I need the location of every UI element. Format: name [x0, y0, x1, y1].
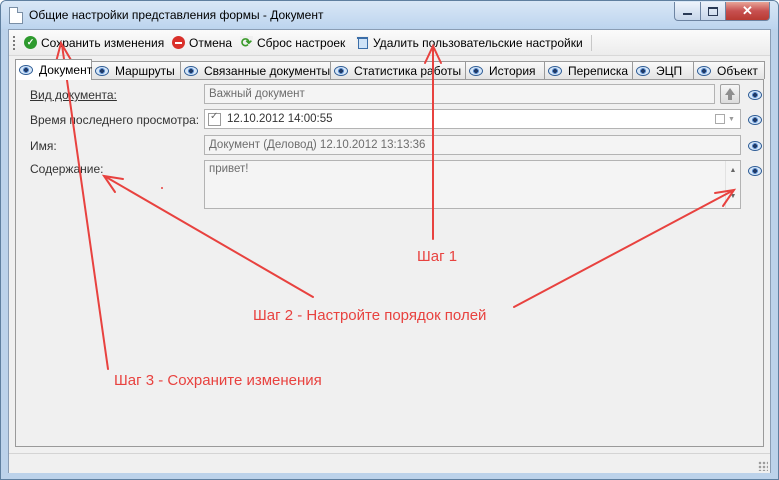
- tab-label: Связанные документы: [204, 63, 331, 78]
- close-button[interactable]: ✕: [725, 2, 770, 21]
- name-field[interactable]: Документ (Деловод) 12.10.2012 13:13:36: [204, 135, 741, 155]
- refresh-icon: ⟳: [240, 35, 253, 50]
- minimize-button[interactable]: [674, 2, 701, 21]
- eye-icon: [636, 65, 650, 76]
- content-value: привет!: [209, 163, 249, 175]
- content-scrollbar[interactable]: ▲ ▼: [725, 161, 740, 208]
- tab-history[interactable]: История: [465, 61, 545, 79]
- tab-object[interactable]: Объект: [693, 61, 765, 79]
- document-icon: [9, 7, 23, 24]
- content-label: Содержание:: [30, 162, 104, 176]
- doc-type-label[interactable]: Вид документа:: [30, 88, 117, 102]
- toolbar-grip[interactable]: [13, 36, 15, 50]
- eye-icon: [334, 65, 348, 76]
- maximize-button[interactable]: [700, 2, 726, 21]
- last-view-label: Время последнего просмотра:: [30, 113, 200, 127]
- eye-icon: [19, 65, 33, 75]
- delete-button-label: Удалить пользовательские настройки: [373, 35, 583, 50]
- doc-type-visibility-toggle[interactable]: [748, 89, 762, 103]
- tab-label: Объект: [717, 63, 758, 78]
- application-window: Общие настройки представления формы - До…: [0, 0, 779, 480]
- chevron-down-icon: ▼: [728, 115, 735, 123]
- tab-correspondence[interactable]: Переписка: [544, 61, 633, 79]
- title-bar[interactable]: Общие настройки представления формы - До…: [1, 1, 778, 29]
- last-view-datetime-field[interactable]: 12.10.2012 14:00:55 ▼: [204, 109, 741, 129]
- reset-button[interactable]: ⟳ Сброс настроек: [240, 34, 345, 51]
- tab-work-statistics[interactable]: Статистика работы: [330, 61, 466, 79]
- annotation-step1: Шаг 1: [417, 248, 458, 265]
- tab-label: История: [489, 63, 536, 78]
- document-tab-panel: Вид документа: Важный документ Время пос…: [15, 79, 764, 447]
- eye-icon: [748, 166, 762, 176]
- eye-icon: [697, 65, 711, 76]
- eye-icon: [184, 65, 198, 76]
- tab-label: Переписка: [568, 63, 629, 78]
- content-memo-field[interactable]: привет! ▲ ▼: [204, 160, 741, 209]
- tab-label: Статистика работы: [354, 63, 462, 78]
- eye-icon: [748, 141, 762, 151]
- last-view-visibility-toggle[interactable]: [748, 114, 762, 128]
- doc-type-field[interactable]: Важный документ: [204, 84, 715, 104]
- maximize-icon: [708, 6, 718, 16]
- save-button-label: Сохранить изменения: [41, 35, 165, 50]
- annotation-step3: Шаг 3 - Сохраните изменения: [114, 372, 322, 389]
- cancel-button[interactable]: Отмена: [172, 34, 232, 51]
- status-bar: [9, 453, 770, 473]
- client-area: ✓ Сохранить изменения Отмена ⟳ Сброс нас…: [8, 29, 771, 473]
- tab-routes[interactable]: Маршруты: [91, 61, 181, 79]
- doc-type-select-button[interactable]: [720, 84, 740, 104]
- toolbar-separator: [591, 35, 592, 51]
- size-grip[interactable]: [758, 461, 768, 471]
- window-title: Общие настройки представления формы - До…: [29, 8, 324, 22]
- tab-document[interactable]: Документ: [15, 59, 92, 80]
- tab-label: Маршруты: [115, 63, 175, 78]
- scroll-up-icon: ▲: [729, 167, 737, 174]
- scroll-down-icon: ▼: [729, 193, 737, 200]
- annotation-step2: Шаг 2 - Настройте порядок полей: [253, 307, 487, 324]
- minimize-icon: [683, 13, 692, 15]
- eye-icon: [748, 115, 762, 125]
- eye-icon: [548, 65, 562, 76]
- trash-icon: [356, 36, 369, 49]
- toolbar: ✓ Сохранить изменения Отмена ⟳ Сброс нас…: [9, 30, 770, 56]
- tab-label: Документ: [39, 63, 93, 77]
- cancel-button-label: Отмена: [189, 35, 233, 50]
- calendar-icon: [715, 114, 725, 124]
- check-icon: ✓: [24, 36, 37, 49]
- eye-icon: [748, 90, 762, 100]
- close-icon: ✕: [742, 3, 753, 18]
- content-visibility-toggle[interactable]: [748, 165, 762, 179]
- eye-icon: [95, 65, 109, 76]
- tab-related-documents[interactable]: Связанные документы: [180, 61, 331, 79]
- tab-digital-signature[interactable]: ЭЦП: [632, 61, 694, 79]
- datetime-dropdown-button[interactable]: ▼: [715, 113, 737, 125]
- reset-button-label: Сброс настроек: [257, 35, 346, 50]
- delete-user-settings-button[interactable]: Удалить пользовательские настройки: [356, 34, 583, 51]
- last-view-checkbox[interactable]: [208, 111, 221, 126]
- last-view-value: 12.10.2012 14:00:55: [227, 113, 333, 125]
- name-label: Имя:: [30, 139, 57, 153]
- eye-icon: [469, 65, 483, 76]
- stop-icon: [172, 36, 185, 49]
- tab-label: ЭЦП: [656, 63, 683, 78]
- tab-strip: Документ Маршруты Связанные документы Ст…: [15, 59, 767, 80]
- save-button[interactable]: ✓ Сохранить изменения: [24, 34, 164, 51]
- name-visibility-toggle[interactable]: [748, 140, 762, 154]
